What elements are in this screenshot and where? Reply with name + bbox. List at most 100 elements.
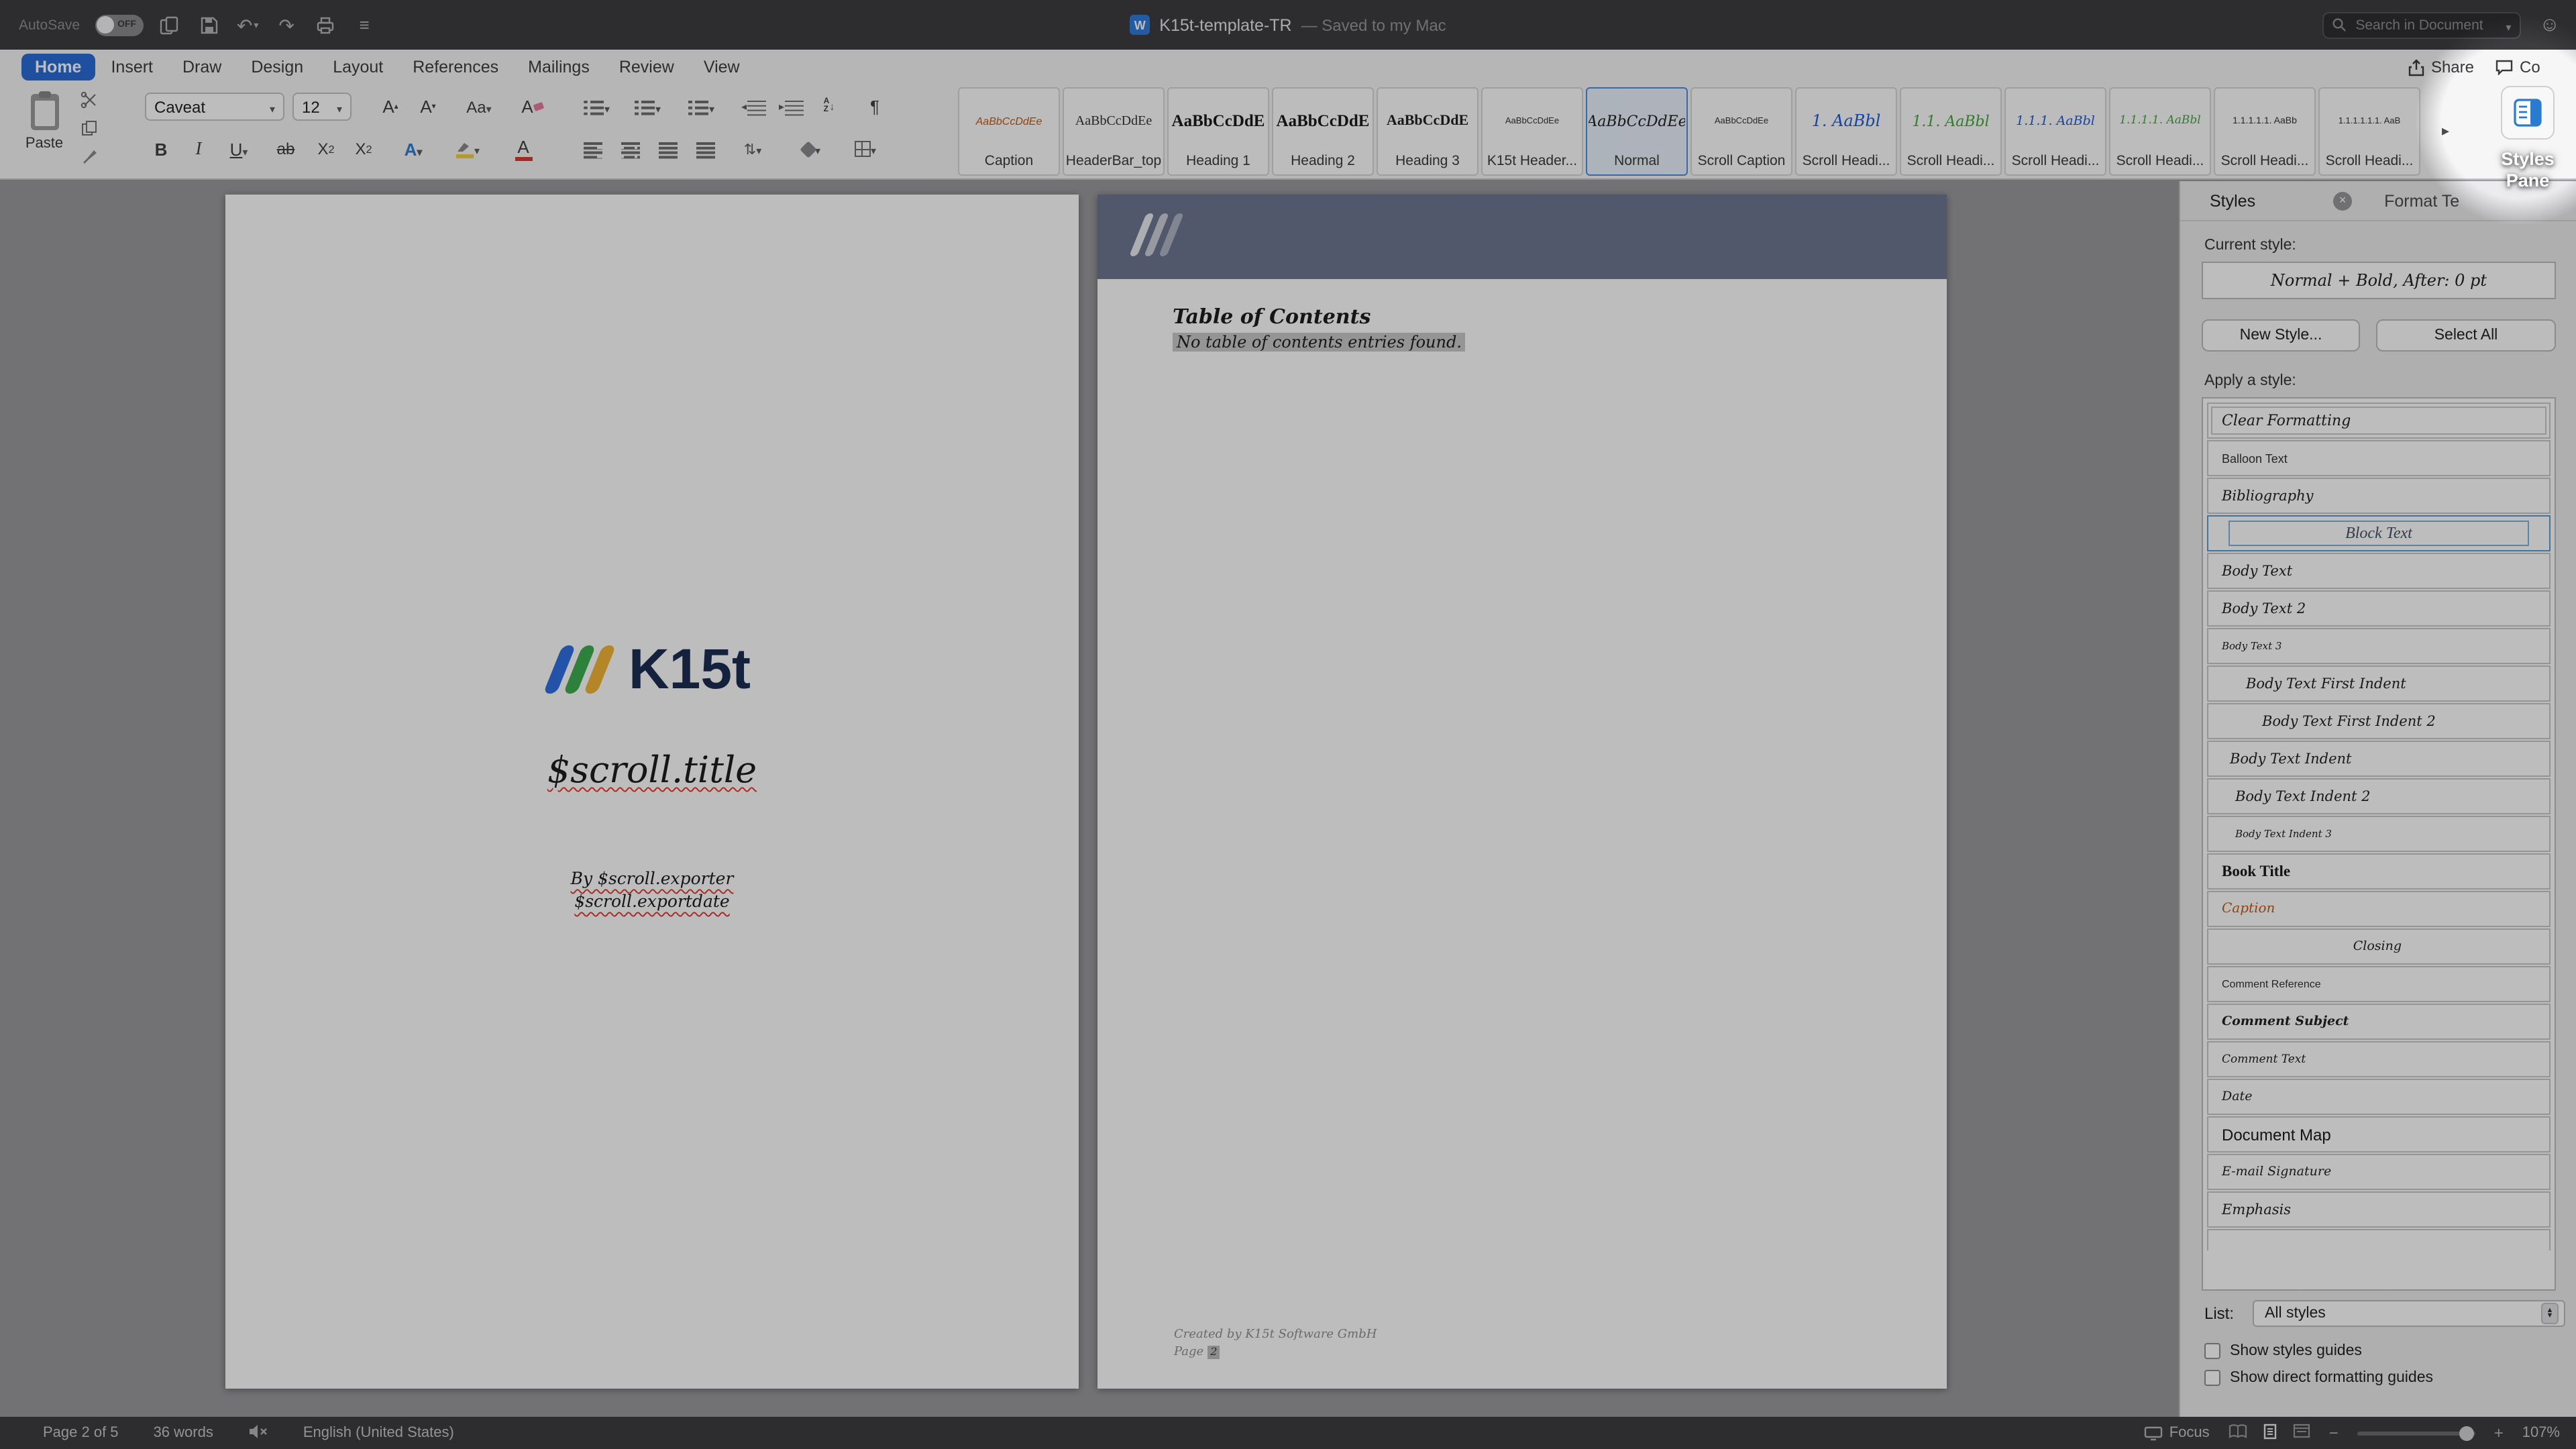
style-row-comment-subject[interactable]: Comment Subject [2207, 1004, 2551, 1040]
tab-insert[interactable]: Insert [97, 54, 166, 80]
pages-icon[interactable] [158, 13, 182, 37]
style-row-emphasis[interactable]: Emphasis [2207, 1191, 2551, 1228]
search-box[interactable] [2322, 11, 2520, 38]
styles-list[interactable]: Clear Formatting Balloon Text Bibliograp… [2202, 397, 2556, 1291]
font-color-button[interactable]: A [502, 134, 545, 164]
bullets-button[interactable] [577, 93, 617, 121]
print-layout-icon[interactable] [2263, 1423, 2277, 1443]
style-row-partial[interactable] [2207, 1229, 2551, 1250]
underline-button[interactable]: U [217, 134, 260, 164]
save-icon[interactable] [197, 13, 221, 37]
page-2[interactable]: Table of Contents No table of contents e… [1097, 195, 1947, 1389]
change-case-button[interactable]: Aa [459, 93, 499, 121]
customize-toolbar-icon[interactable] [352, 13, 376, 37]
font-name-combo[interactable]: Caveat [145, 93, 284, 121]
shrink-font-button[interactable]: A [411, 93, 445, 121]
grow-font-button[interactable]: A [373, 93, 408, 121]
copy-icon[interactable] [78, 118, 99, 138]
gallery-style-scroll-heading-3[interactable]: 1.1.1. AaBblScroll Headi... [2004, 87, 2106, 176]
italic-button[interactable]: I [182, 134, 215, 164]
shading-button[interactable] [792, 134, 832, 164]
comments-button[interactable]: Co [2496, 58, 2565, 76]
increase-indent-button[interactable]: ▸ [773, 93, 802, 121]
share-button[interactable]: Share [2408, 58, 2474, 76]
page-1[interactable]: K15t $scroll.title By $scroll.exporter $… [225, 195, 1079, 1389]
format-painter-icon[interactable] [78, 146, 99, 166]
gallery-style-k15t-header[interactable]: AaBbCcDdEeK15t Header... [1481, 87, 1583, 176]
tab-design[interactable]: Design [237, 54, 317, 80]
tab-styles[interactable]: Styles [2210, 191, 2255, 210]
gallery-style-caption[interactable]: AaBbCcDdEeCaption [958, 87, 1060, 176]
style-row-balloon-text[interactable]: Balloon Text [2207, 440, 2551, 476]
gallery-style-scroll-caption[interactable]: AaBbCcDdEeScroll Caption [1690, 87, 1792, 176]
style-row-body-text-2[interactable]: Body Text 2 [2207, 590, 2551, 627]
new-style-button[interactable]: New Style... [2202, 319, 2360, 352]
style-row-caption[interactable]: Caption [2207, 891, 2551, 927]
gallery-style-heading-2[interactable]: AaBbCcDdEHeading 2 [1272, 87, 1374, 176]
tab-review[interactable]: Review [606, 54, 688, 80]
gallery-style-heading-1[interactable]: AaBbCcDdEHeading 1 [1167, 87, 1269, 176]
language-indicator[interactable]: English (United States) [303, 1425, 454, 1441]
style-row-comment-reference[interactable]: Comment Reference [2207, 966, 2551, 1002]
zoom-level[interactable]: 107% [2522, 1425, 2560, 1441]
align-center-button[interactable] [614, 134, 647, 164]
style-row-body-text-first-indent-2[interactable]: Body Text First Indent 2 [2207, 703, 2551, 739]
gallery-style-scroll-heading-2[interactable]: 1.1. AaBblScroll Headi... [1900, 87, 2002, 176]
justify-button[interactable] [690, 134, 722, 164]
gallery-style-headerbar-top[interactable]: AaBbCcDdEeHeaderBar_top [1063, 87, 1165, 176]
autosave-toggle[interactable]: OFF [95, 14, 143, 36]
paste-button[interactable]: Paste [16, 90, 72, 173]
style-row-book-title[interactable]: Book Title [2207, 853, 2551, 890]
tab-mailings[interactable]: Mailings [515, 54, 603, 80]
strikethrough-button[interactable]: ab [268, 134, 303, 164]
clear-formatting-button[interactable]: A [515, 93, 550, 121]
proofing-mute-icon[interactable] [248, 1423, 268, 1443]
subscript-button[interactable]: X2 [309, 134, 343, 164]
document-canvas[interactable]: K15t $scroll.title By $scroll.exporter $… [0, 181, 2179, 1417]
zoom-slider-knob[interactable] [2459, 1426, 2474, 1440]
gallery-style-normal[interactable]: AaBbCcDdEeNormal [1586, 87, 1688, 176]
style-row-body-text[interactable]: Body Text [2207, 553, 2551, 589]
align-right-button[interactable] [652, 134, 684, 164]
style-row-block-text[interactable]: Block Text [2207, 515, 2551, 551]
style-row-body-text-indent-3[interactable]: Body Text Indent 3 [2207, 816, 2551, 852]
tab-format-text-effects[interactable]: Format Te [2384, 191, 2483, 210]
font-size-combo[interactable]: 12 [292, 93, 352, 121]
close-pane-icon[interactable] [2333, 191, 2352, 210]
style-row-body-text-3[interactable]: Body Text 3 [2207, 628, 2551, 664]
gallery-style-scroll-heading-5[interactable]: 1.1.1.1.1. AaBbScroll Headi... [2214, 87, 2316, 176]
show-direct-formatting-guides-option[interactable]: Show direct formatting guides [2204, 1370, 2433, 1386]
superscript-button[interactable]: X2 [346, 134, 381, 164]
gallery-style-scroll-heading-4[interactable]: 1.1.1.1. AaBblScroll Headi... [2109, 87, 2211, 176]
gallery-style-heading-3[interactable]: AaBbCcDdEHeading 3 [1377, 87, 1479, 176]
gallery-more-arrow-icon[interactable] [2442, 122, 2449, 140]
tab-references[interactable]: References [399, 54, 512, 80]
web-layout-icon[interactable] [2293, 1424, 2310, 1442]
focus-button[interactable]: Focus [2144, 1425, 2210, 1441]
page-indicator[interactable]: Page 2 of 5 [43, 1425, 119, 1441]
numbering-button[interactable] [628, 93, 668, 121]
style-row-clear-formatting[interactable]: Clear Formatting [2207, 402, 2551, 439]
tab-draw[interactable]: Draw [169, 54, 235, 80]
style-row-email-signature[interactable]: E-mail Signature [2207, 1154, 2551, 1190]
list-filter-dropdown[interactable]: All styles ▲▼ [2253, 1300, 2565, 1327]
text-effects-button[interactable]: A [392, 134, 435, 164]
show-paragraph-marks-button[interactable]: ¶ [861, 93, 888, 121]
toc-placeholder-field[interactable]: No table of contents entries found. [1173, 333, 1466, 352]
gallery-style-scroll-heading-6[interactable]: 1.1.1.1.1.1. AaBScroll Headi... [2318, 87, 2420, 176]
style-row-comment-text[interactable]: Comment Text [2207, 1041, 2551, 1077]
style-row-body-text-indent[interactable]: Body Text Indent [2207, 741, 2551, 777]
search-input[interactable] [2353, 15, 2499, 34]
cut-icon[interactable] [78, 90, 99, 110]
word-count[interactable]: 36 words [154, 1425, 213, 1441]
direct-formatting-checkbox[interactable] [2204, 1370, 2220, 1386]
style-row-body-text-indent-2[interactable]: Body Text Indent 2 [2207, 778, 2551, 814]
tab-home[interactable]: Home [21, 54, 95, 80]
borders-button[interactable] [845, 134, 885, 164]
read-mode-icon[interactable] [2229, 1424, 2247, 1442]
gallery-style-scroll-heading-1[interactable]: 1. AaBblScroll Headi... [1795, 87, 1897, 176]
style-row-closing[interactable]: Closing [2207, 928, 2551, 965]
select-all-button[interactable]: Select All [2376, 319, 2556, 352]
align-left-button[interactable] [577, 134, 609, 164]
print-icon[interactable] [313, 13, 337, 37]
